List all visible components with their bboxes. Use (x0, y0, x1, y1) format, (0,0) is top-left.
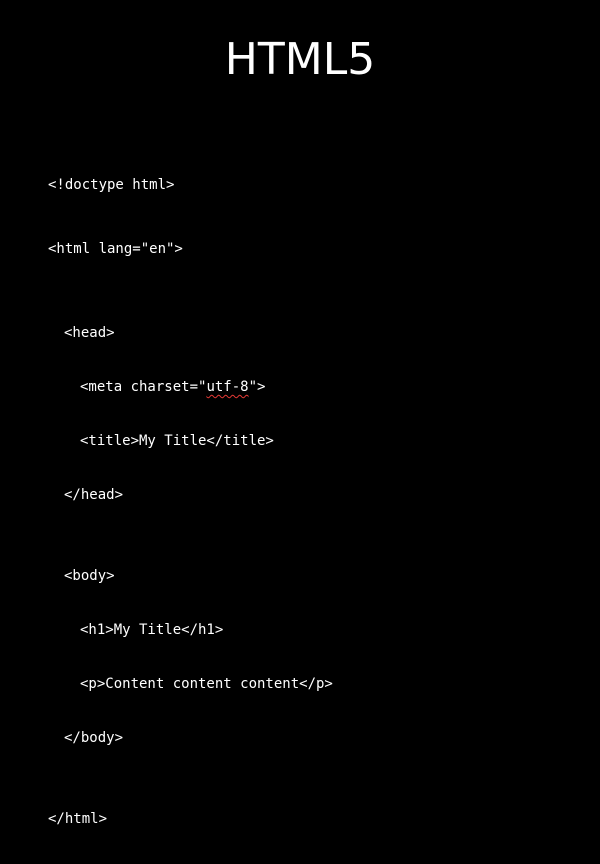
code-line-body-close: </body> (64, 730, 124, 746)
code-line-h1: <h1>My Title</h1> (80, 622, 224, 638)
code-line-doctype: <!doctype html> (48, 177, 175, 193)
slide: HTML5 <!doctype html> <html lang="en"> <… (0, 0, 600, 827)
slide-title: HTML5 (224, 34, 376, 85)
code-block: <!doctype html> <html lang="en"> <head> … (48, 140, 333, 864)
code-line-body-open: <body> (64, 568, 115, 584)
code-line-html-close: </html> (48, 811, 108, 827)
meta-charset-value: utf-8 (206, 379, 249, 395)
meta-prefix: <meta charset=" (80, 379, 207, 395)
code-line-p: <p>Content content content</p> (80, 676, 333, 692)
code-line-html-open: <html lang="en"> (48, 241, 183, 257)
code-line-head-close: </head> (64, 487, 124, 503)
code-line-meta: <meta charset="utf-8"> (48, 378, 333, 396)
code-line-head-open: <head> (64, 325, 115, 341)
code-line-title: <title>My Title</title> (80, 433, 274, 449)
meta-suffix: "> (248, 379, 266, 395)
